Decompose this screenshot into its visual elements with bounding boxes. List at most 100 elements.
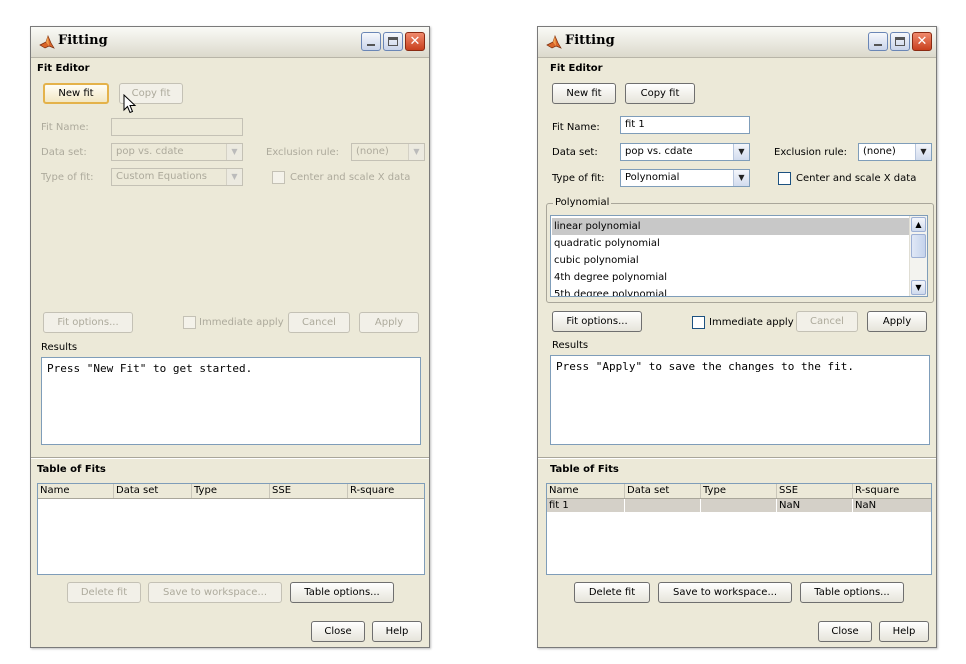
save-to-workspace-button[interactable]: Save to workspace... — [658, 582, 792, 603]
table-header: Name Data set Type SSE R-square — [547, 484, 931, 499]
maximize-button[interactable] — [890, 32, 910, 51]
minimize-button[interactable] — [361, 32, 381, 51]
fit-editor-label: Fit Editor — [37, 63, 90, 74]
close-icon: ✕ — [916, 34, 928, 49]
fit-options-button[interactable]: Fit options... — [552, 311, 642, 332]
maximize-button[interactable] — [383, 32, 403, 51]
table-cell-r-square: NaN — [855, 500, 877, 511]
scroll-down-icon[interactable]: ▼ — [911, 280, 926, 295]
center-scale-checkbox[interactable] — [272, 171, 285, 184]
column-header-sse[interactable]: SSE — [777, 484, 853, 498]
help-button[interactable]: Help — [879, 621, 929, 642]
type-of-fit-value: Custom Equations — [116, 171, 207, 182]
exclusion-rule-value: (none) — [863, 146, 896, 157]
list-item-linear[interactable]: linear polynomial — [552, 218, 909, 235]
type-of-fit-dropdown[interactable]: Polynomial ▼ — [620, 169, 750, 187]
results-label: Results — [41, 342, 78, 353]
column-header-data-set[interactable]: Data set — [114, 484, 192, 498]
section-divider — [538, 457, 936, 459]
polynomial-listbox[interactable]: linear polynomial quadratic polynomial c… — [550, 215, 928, 297]
list-item-5th-degree[interactable]: 5th degree polynomial — [552, 286, 909, 296]
help-button[interactable]: Help — [372, 621, 422, 642]
table-cell-sse: NaN — [777, 499, 853, 512]
center-scale-label: Center and scale X data — [796, 173, 917, 184]
exclusion-rule-label: Exclusion rule: — [774, 147, 848, 158]
immediate-apply-label: Immediate apply — [199, 317, 284, 328]
table-row[interactable]: fit 1 NaN NaN — [547, 499, 931, 512]
exclusion-rule-value: (none) — [356, 146, 389, 157]
close-window-button[interactable]: ✕ — [405, 32, 425, 51]
close-window-button[interactable]: ✕ — [912, 32, 932, 51]
chevron-down-icon: ▼ — [733, 144, 749, 160]
fit-name-field[interactable]: fit 1 — [620, 116, 750, 134]
immediate-apply-checkbox[interactable] — [183, 316, 196, 329]
column-header-data-set[interactable]: Data set — [625, 484, 701, 498]
center-scale-checkbox[interactable] — [778, 172, 791, 185]
new-fit-button[interactable]: New fit — [552, 83, 616, 104]
list-scrollbar[interactable]: ▲ ▼ — [909, 216, 927, 296]
column-header-type[interactable]: Type — [701, 484, 777, 498]
minimize-button[interactable] — [868, 32, 888, 51]
type-of-fit-dropdown[interactable]: Custom Equations ▼ — [111, 168, 243, 186]
list-item-4th-degree[interactable]: 4th degree polynomial — [552, 269, 909, 286]
column-header-r-square[interactable]: R-square — [853, 484, 931, 498]
column-header-r-square[interactable]: R-square — [348, 484, 424, 498]
cancel-button[interactable]: Cancel — [288, 312, 350, 333]
chevron-down-icon: ▼ — [733, 170, 749, 186]
fit-options-button[interactable]: Fit options... — [43, 312, 133, 333]
data-set-label: Data set: — [552, 147, 598, 158]
table-of-fits-label: Table of Fits — [550, 464, 619, 475]
table-of-fits-label: Table of Fits — [37, 464, 106, 475]
fitting-window-initial: Fitting ✕ Fit Editor New fit Copy fit Fi… — [30, 26, 430, 648]
cancel-button[interactable]: Cancel — [796, 311, 858, 332]
polynomial-group-label: Polynomial — [553, 197, 612, 208]
chevron-down-icon: ▼ — [226, 169, 242, 185]
exclusion-rule-dropdown[interactable]: (none) ▼ — [351, 143, 425, 161]
chevron-down-icon: ▼ — [226, 144, 242, 160]
apply-button[interactable]: Apply — [359, 312, 419, 333]
matlab-logo-icon — [546, 35, 562, 49]
title-bar[interactable]: Fitting ✕ — [538, 27, 936, 58]
scroll-up-icon[interactable]: ▲ — [911, 217, 926, 232]
maximize-icon — [895, 37, 905, 46]
column-header-type[interactable]: Type — [192, 484, 270, 498]
exclusion-rule-dropdown[interactable]: (none) ▼ — [858, 143, 932, 161]
data-set-value: pop vs. cdate — [116, 146, 184, 157]
results-text-area[interactable]: Press "New Fit" to get started. — [41, 357, 421, 445]
close-button[interactable]: Close — [311, 621, 365, 642]
results-label: Results — [552, 340, 589, 351]
results-text-area[interactable]: Press "Apply" to save the changes to the… — [550, 355, 930, 445]
list-item-cubic[interactable]: cubic polynomial — [552, 252, 909, 269]
table-options-button[interactable]: Table options... — [800, 582, 904, 603]
matlab-logo-icon — [39, 35, 55, 49]
immediate-apply-checkbox[interactable] — [692, 316, 705, 329]
delete-fit-button[interactable]: Delete fit — [574, 582, 650, 603]
section-divider — [31, 457, 429, 459]
table-options-button[interactable]: Table options... — [290, 582, 394, 603]
center-scale-label: Center and scale X data — [290, 172, 411, 183]
column-header-name[interactable]: Name — [38, 484, 114, 498]
fit-editor-label: Fit Editor — [550, 63, 603, 74]
data-set-dropdown[interactable]: pop vs. cdate ▼ — [620, 143, 750, 161]
fit-name-field[interactable] — [111, 118, 243, 136]
new-fit-button[interactable]: New fit — [43, 83, 109, 104]
apply-button[interactable]: Apply — [867, 311, 927, 332]
scroll-thumb[interactable] — [911, 234, 926, 258]
copy-fit-button[interactable]: Copy fit — [625, 83, 695, 104]
save-to-workspace-button[interactable]: Save to workspace... — [148, 582, 282, 603]
delete-fit-button[interactable]: Delete fit — [67, 582, 141, 603]
column-header-name[interactable]: Name — [547, 484, 625, 498]
list-item-quadratic[interactable]: quadratic polynomial — [552, 235, 909, 252]
fitting-window-polynomial: Fitting ✕ Fit Editor New fit Copy fit Fi… — [537, 26, 937, 648]
fits-table[interactable]: Name Data set Type SSE R-square — [37, 483, 425, 575]
fits-table[interactable]: Name Data set Type SSE R-square fit 1 Na… — [546, 483, 932, 575]
close-button[interactable]: Close — [818, 621, 872, 642]
window-title: Fitting — [58, 33, 108, 48]
data-set-dropdown[interactable]: pop vs. cdate ▼ — [111, 143, 243, 161]
results-text: Press "Apply" to save the changes to the… — [556, 360, 855, 373]
column-header-sse[interactable]: SSE — [270, 484, 348, 498]
type-of-fit-label: Type of fit: — [552, 173, 605, 184]
title-bar[interactable]: Fitting ✕ — [31, 27, 429, 58]
maximize-icon — [388, 37, 398, 46]
type-of-fit-label: Type of fit: — [41, 172, 94, 183]
